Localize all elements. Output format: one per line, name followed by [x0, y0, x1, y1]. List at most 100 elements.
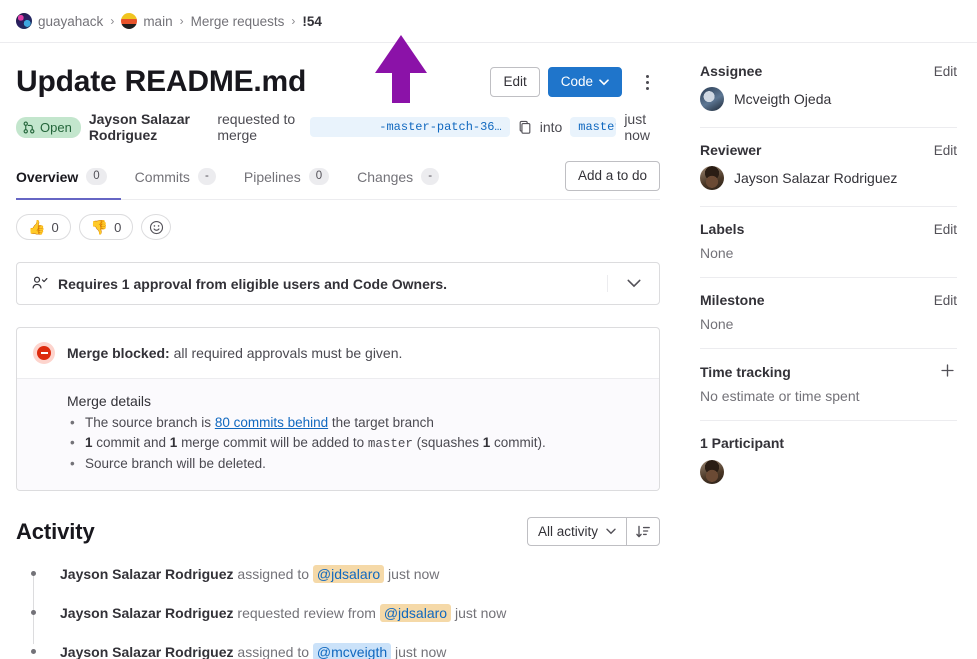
tabs-right-actions: Add a to do	[564, 161, 660, 199]
time-tracking-title: Time tracking	[700, 363, 791, 380]
activity-item: Jayson Salazar Rodriguez assigned to @jd…	[30, 564, 660, 584]
approval-row: Requires 1 approval from eligible users …	[17, 263, 659, 304]
labels-edit-button[interactable]: Edit	[934, 222, 957, 237]
reviewer-edit-button[interactable]: Edit	[934, 143, 957, 158]
target-branch-chip[interactable]: master	[570, 117, 617, 137]
breadcrumb-item-mr-id[interactable]: !54	[302, 14, 322, 29]
merge-blocked-title: Merge blocked:	[67, 345, 170, 361]
more-actions-button[interactable]	[634, 69, 660, 95]
activity-actor[interactable]: Jayson Salazar Rodriguez	[60, 605, 234, 621]
tab-overview[interactable]: Overview 0	[16, 161, 121, 200]
jayson-avatar[interactable]	[700, 460, 724, 484]
detail-pre: The source branch is	[85, 415, 215, 430]
sidebar-section-labels: Labels Edit None	[700, 207, 957, 278]
title-row: Update README.md Edit Code	[16, 43, 660, 101]
chevron-down-icon	[606, 528, 616, 535]
assignee-title: Assignee	[700, 63, 763, 79]
sidebar-section-header: Reviewer Edit	[700, 142, 957, 158]
code-button[interactable]: Code	[547, 67, 622, 97]
breadcrumb-label: !54	[302, 13, 322, 29]
activity-sort-button[interactable]	[626, 517, 660, 546]
tab-pipelines[interactable]: Pipelines 0	[244, 161, 343, 200]
tab-label: Pipelines	[243, 168, 301, 185]
breadcrumb-item-merge-requests[interactable]: Merge requests	[191, 14, 285, 29]
page-body: Update README.md Edit Code Open Jayson S…	[0, 43, 977, 659]
main-column: Update README.md Edit Code Open Jayson S…	[16, 43, 660, 659]
thumbsdown-reaction[interactable]: 👎 0	[78, 214, 134, 240]
breadcrumb-item-branch[interactable]: main	[121, 13, 173, 29]
approval-user-check-icon	[32, 276, 48, 289]
activity-controls: All activity	[526, 517, 660, 546]
title-actions: Edit Code	[490, 63, 660, 97]
tab-commits[interactable]: Commits -	[135, 161, 230, 200]
into-text: into	[539, 119, 563, 135]
activity-filter-dropdown[interactable]: All activity	[526, 517, 626, 546]
reviewer-value[interactable]: Jayson Salazar Rodriguez	[700, 166, 957, 190]
merge-details-list: The source branch is 80 commits behind t…	[67, 413, 643, 474]
mr-tabs: Overview 0 Commits - Pipelines 0 Changes…	[16, 161, 660, 200]
commits-behind-link[interactable]: 80 commits behind	[215, 415, 328, 430]
tab-count: 0	[308, 168, 330, 185]
sort-descending-icon	[636, 525, 650, 537]
activity-feed: Jayson Salazar Rodriguez assigned to @jd…	[16, 564, 660, 659]
add-todo-button[interactable]: Add a to do	[564, 161, 660, 191]
sidebar-section-participants: 1 Participant	[700, 421, 957, 500]
breadcrumb-separator: ›	[179, 14, 184, 28]
assignee-value[interactable]: Mcveigth Ojeda	[700, 87, 957, 111]
sidebar-section-reviewer: Reviewer Edit Jayson Salazar Rodriguez	[700, 128, 957, 207]
activity-item: Jayson Salazar Rodriguez requested revie…	[30, 603, 660, 623]
tab-count: -	[421, 168, 440, 185]
reviewer-name: Jayson Salazar Rodriguez	[734, 170, 898, 186]
tab-label: Overview	[16, 168, 79, 185]
approval-widget: Requires 1 approval from eligible users …	[16, 262, 660, 305]
mcveigth-avatar	[700, 87, 724, 111]
merge-detail-item: Source branch will be deleted.	[67, 454, 643, 474]
labels-title: Labels	[700, 221, 745, 237]
merge-blocked-message: all required approvals must be given.	[173, 345, 403, 361]
add-reaction-button[interactable]	[141, 214, 172, 240]
tab-label: Commits	[134, 168, 190, 185]
sidebar-section-header: Assignee Edit	[700, 63, 957, 79]
reaction-count: 0	[51, 219, 59, 235]
sidebar-section-time-tracking: Time tracking No estimate or time spent	[700, 349, 957, 421]
breadcrumb-label: guayahack	[38, 13, 104, 29]
sidebar-section-header: Labels Edit	[700, 221, 957, 237]
mr-status-line: Open Jayson Salazar Rodriguez requested …	[16, 111, 660, 143]
smiley-icon	[149, 220, 163, 234]
activity-mention[interactable]: @jdsalaro	[312, 565, 385, 583]
activity-filter-label: All activity	[537, 524, 598, 539]
tab-changes[interactable]: Changes -	[357, 161, 453, 200]
mr-action-text: requested to merge	[217, 111, 296, 143]
breadcrumb-item-project[interactable]: guayahack	[16, 13, 103, 29]
activity-time: just now	[454, 605, 507, 621]
status-badge-label: Open	[40, 119, 72, 135]
approval-collapse-toggle[interactable]	[607, 275, 659, 292]
mr-timestamp: just now	[624, 111, 650, 143]
edit-button[interactable]: Edit	[490, 67, 540, 97]
activity-mention[interactable]: @mcveigth	[312, 643, 392, 659]
sidebar-section-header: Milestone Edit	[700, 292, 957, 308]
plus-icon	[941, 364, 954, 377]
chevron-down-icon	[599, 78, 609, 85]
assignee-edit-button[interactable]: Edit	[934, 64, 957, 79]
tab-label: Changes	[357, 168, 414, 185]
thumbsup-reaction[interactable]: 👍 0	[16, 214, 71, 240]
kebab-dot	[645, 74, 649, 78]
activity-actor[interactable]: Jayson Salazar Rodriguez	[60, 566, 234, 582]
assignee-name: Mcveigth Ojeda	[734, 91, 832, 107]
milestone-edit-button[interactable]: Edit	[934, 293, 957, 308]
milestone-value: None	[700, 316, 734, 332]
reviewer-title: Reviewer	[700, 142, 762, 158]
source-branch-chip[interactable]: -master-patch-36…	[309, 117, 510, 137]
merge-details-panel: Merge details The source branch is 80 co…	[17, 378, 659, 490]
activity-mention[interactable]: @jdsalaro	[379, 604, 452, 622]
mr-sidebar: Assignee Edit Mcveigth Ojeda Reviewer Ed…	[660, 43, 957, 659]
add-time-estimate-button[interactable]	[938, 363, 957, 380]
activity-actor[interactable]: Jayson Salazar Rodriguez	[60, 644, 234, 659]
merge-detail-item: The source branch is 80 commits behind t…	[67, 413, 643, 433]
copy-to-clipboard-icon[interactable]	[518, 120, 532, 135]
merge-request-icon	[23, 121, 35, 133]
merge-details-heading: Merge details	[67, 393, 152, 409]
breadcrumb-label: main	[143, 13, 173, 29]
code-button-label: Code	[560, 74, 593, 89]
